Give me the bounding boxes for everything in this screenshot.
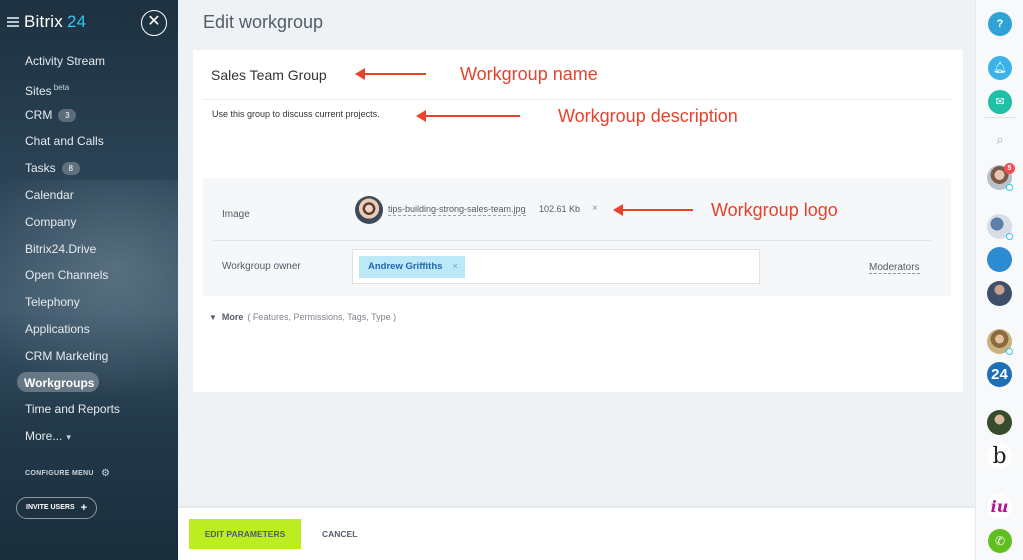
sidebar-item-workgroups[interactable]: Workgroups bbox=[0, 371, 178, 401]
sidebar-item-applications[interactable]: Applications bbox=[0, 320, 178, 347]
online-status-dot bbox=[1006, 184, 1013, 191]
workgroup-logo-thumbnail bbox=[355, 196, 383, 224]
divider bbox=[213, 240, 931, 241]
sidebar-item-activity-stream[interactable]: Activity Stream bbox=[0, 52, 178, 79]
sidebar-item-label: CRM Marketing bbox=[25, 348, 109, 363]
sidebar-item-label: Workgroups bbox=[24, 375, 95, 390]
sidebar-item-label: Applications bbox=[25, 321, 90, 336]
sidebar-item-label: Bitrix24.Drive bbox=[25, 241, 97, 256]
invite-users-label: INVITE USERS bbox=[26, 504, 75, 511]
logo-row: Bitrix 24 ✕ bbox=[0, 10, 178, 38]
avatar[interactable] bbox=[987, 410, 1012, 435]
b-app-icon[interactable]: b bbox=[987, 444, 1012, 469]
phone-icon[interactable]: ✆ bbox=[988, 529, 1012, 553]
left-sidebar: Bitrix 24 ✕ Activity Stream Sites beta CRM… bbox=[0, 0, 178, 560]
sidebar-item-crm[interactable]: CRM 3 bbox=[0, 106, 178, 133]
more-label: More bbox=[221, 312, 244, 322]
invite-users-button[interactable]: INVITE USERS + bbox=[16, 497, 97, 519]
owner-label: Workgroup owner bbox=[222, 261, 301, 272]
chevron-down-icon: ▼ bbox=[209, 313, 217, 322]
logo-text: Bitrix bbox=[24, 12, 63, 31]
page-title: Edit workgroup bbox=[203, 12, 324, 32]
edit-parameters-button[interactable]: EDIT PARAMETERS bbox=[189, 519, 301, 549]
megaphone-icon[interactable] bbox=[987, 247, 1012, 272]
sidebar-item-drive[interactable]: Bitrix24.Drive bbox=[0, 240, 178, 267]
owner-selector[interactable]: Andrew Griffiths × bbox=[352, 249, 760, 284]
counter-badge: 3 bbox=[58, 108, 77, 122]
image-file-size: 102.61 Kb bbox=[539, 204, 581, 214]
sidebar-item-label: Company bbox=[25, 214, 77, 229]
counter-badge: 8 bbox=[61, 162, 80, 176]
sidebar-item-label: Time and Reports bbox=[25, 402, 120, 417]
sidebar-item-more[interactable]: More... ▾ bbox=[0, 427, 178, 454]
online-status-dot bbox=[1006, 233, 1013, 240]
group-settings-panel: Image tips-building-strong-sales-team.jp… bbox=[203, 178, 951, 296]
sidebar-item-open-channels[interactable]: Open Channels bbox=[0, 266, 178, 293]
hamburger-icon[interactable] bbox=[7, 17, 19, 27]
workgroup-name-input[interactable]: Sales Team Group bbox=[211, 67, 327, 83]
form-footer: EDIT PARAMETERS CANCEL bbox=[178, 508, 975, 560]
chat-icon[interactable]: ✉ bbox=[988, 90, 1012, 114]
sidebar-item-label: Open Channels bbox=[25, 268, 109, 283]
bitrix24-app-icon[interactable]: 24 bbox=[987, 362, 1012, 387]
annotation-arrow bbox=[613, 204, 693, 216]
divider bbox=[203, 99, 953, 100]
cancel-button[interactable]: CANCEL bbox=[322, 519, 357, 549]
help-icon[interactable]: ? bbox=[988, 12, 1012, 36]
sidebar-item-chat-and-calls[interactable]: Chat and Calls bbox=[0, 132, 178, 159]
workgroup-form: Sales Team Group Use this group to discu… bbox=[193, 50, 963, 392]
configure-menu-link[interactable]: CONFIGURE MENU bbox=[25, 470, 94, 477]
close-icon[interactable]: ✕ bbox=[141, 10, 167, 36]
annotation-arrow bbox=[416, 110, 520, 122]
annotation-workgroup-name: Workgroup name bbox=[460, 64, 598, 84]
sidebar-item-sites[interactable]: Sites beta bbox=[0, 79, 178, 106]
right-rail: ? 🔔︎ ✉ ⌕ 5 24 b iu ✆ bbox=[975, 0, 1023, 560]
sidebar-item-label: More... bbox=[25, 429, 63, 444]
bell-icon[interactable]: 🔔︎ bbox=[988, 56, 1012, 80]
sidebar-item-telephony[interactable]: Telephony bbox=[0, 293, 178, 320]
sidebar-item-tasks[interactable]: Tasks 8 bbox=[0, 159, 178, 186]
sidebar-item-time-and-reports[interactable]: Time and Reports bbox=[0, 400, 178, 427]
owner-name: Andrew Griffiths bbox=[368, 261, 443, 272]
chevron-down-icon: ▾ bbox=[66, 432, 71, 443]
sidebar-item-label: Tasks bbox=[25, 161, 56, 176]
beta-label: beta bbox=[53, 82, 70, 92]
sidebar-item-label: Activity Stream bbox=[25, 54, 106, 68]
bitrix-logo[interactable]: Bitrix 24 bbox=[24, 12, 86, 32]
remove-owner-icon[interactable]: × bbox=[452, 261, 458, 272]
sidebar-item-label: CRM bbox=[25, 107, 53, 122]
sidebar-item-label: Telephony bbox=[25, 295, 80, 310]
main-area: Edit workgroup Sales Team Group Use this… bbox=[178, 0, 975, 560]
logo-number: 24 bbox=[66, 12, 87, 31]
sidebar-item-calendar[interactable]: Calendar bbox=[0, 186, 178, 213]
plus-icon: + bbox=[80, 502, 87, 514]
notification-badge: 5 bbox=[1004, 163, 1015, 174]
image-file-link[interactable]: tips-building-strong-sales-team.jpg bbox=[388, 204, 526, 216]
sidebar-item-label: Sites bbox=[25, 83, 52, 98]
search-icon[interactable]: ⌕ bbox=[988, 128, 1012, 152]
image-label: Image bbox=[222, 209, 250, 220]
iu-app-icon[interactable]: iu bbox=[987, 494, 1012, 519]
owner-tag[interactable]: Andrew Griffiths × bbox=[359, 256, 465, 278]
online-status-dot bbox=[1006, 348, 1013, 355]
sidebar-item-company[interactable]: Company bbox=[0, 213, 178, 240]
gear-icon[interactable]: ⚙ bbox=[101, 468, 110, 479]
sidebar-item-label: Chat and Calls bbox=[25, 134, 104, 149]
sidebar-menu: Activity Stream Sites beta CRM 3 Chat and … bbox=[0, 52, 178, 454]
workgroup-description-input[interactable]: Use this group to discuss current projec… bbox=[212, 109, 380, 119]
divider bbox=[984, 117, 1016, 118]
sidebar-item-label: Calendar bbox=[25, 187, 74, 202]
sidebar-item-crm-marketing[interactable]: CRM Marketing bbox=[0, 347, 178, 374]
annotation-workgroup-logo: Workgroup logo bbox=[711, 200, 838, 220]
more-toggle[interactable]: ▼ More( Features, Permissions, Tags, Type… bbox=[209, 312, 396, 322]
avatar[interactable] bbox=[987, 281, 1012, 306]
remove-image-icon[interactable]: × bbox=[592, 203, 598, 214]
moderators-link[interactable]: Moderators bbox=[869, 262, 920, 274]
more-sublabel: ( Features, Permissions, Tags, Type ) bbox=[247, 312, 397, 322]
annotation-arrow bbox=[355, 68, 426, 80]
annotation-workgroup-description: Workgroup description bbox=[558, 106, 738, 126]
